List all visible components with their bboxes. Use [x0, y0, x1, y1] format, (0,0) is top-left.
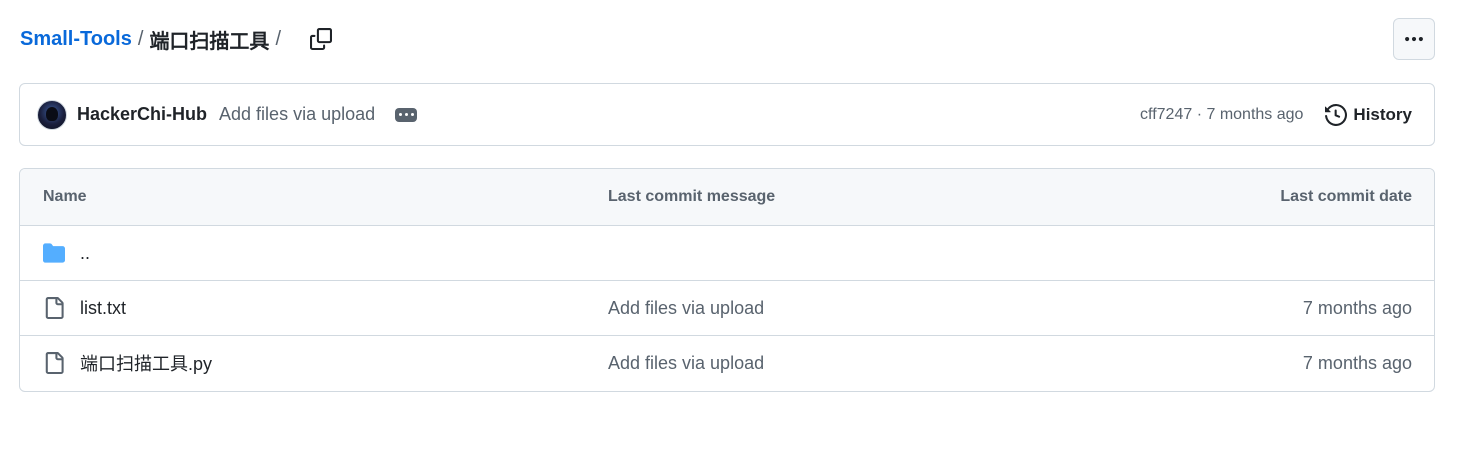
more-options-button[interactable] — [1393, 18, 1435, 60]
copy-icon — [310, 28, 332, 50]
commit-meta-group: cff7247 · 7 months ago History — [1140, 103, 1412, 126]
commit-author[interactable]: HackerChi-Hub — [77, 104, 207, 125]
file-commit-message[interactable]: Add files via upload — [608, 353, 764, 374]
file-icon — [43, 352, 65, 374]
author-avatar[interactable] — [37, 99, 67, 130]
parent-directory-row[interactable]: .. — [20, 225, 1434, 280]
commit-time: 7 months ago — [1206, 105, 1304, 123]
column-header-name: Name — [43, 188, 87, 205]
commit-sha[interactable]: cff7247 — [1140, 106, 1192, 124]
parent-directory-link[interactable]: .. — [80, 243, 90, 264]
top-bar: Small-Tools / 端口扫描工具 / — [20, 16, 1435, 62]
copy-path-button[interactable] — [305, 23, 337, 55]
table-row[interactable]: list.txt Add files via upload 7 months a… — [20, 280, 1434, 335]
history-icon — [1325, 103, 1348, 126]
history-label: History — [1353, 104, 1412, 124]
file-commit-date: 7 months ago — [1302, 297, 1412, 318]
commit-meta-separator: · — [1192, 105, 1207, 123]
breadcrumb-separator: / — [137, 27, 144, 50]
breadcrumb-separator: / — [275, 27, 281, 50]
file-icon — [43, 297, 65, 319]
column-header-date: Last commit date — [1280, 188, 1412, 205]
file-commit-date: 7 months ago — [1302, 352, 1412, 373]
file-name-cell: 端口扫描工具.py — [43, 350, 212, 376]
kebab-horizontal-icon — [1405, 36, 1423, 42]
file-name-cell: list.txt — [43, 297, 126, 319]
file-name-link[interactable]: list.txt — [80, 298, 126, 319]
folder-icon — [43, 242, 65, 264]
table-row[interactable]: 端口扫描工具.py Add files via upload 7 months … — [20, 335, 1434, 390]
breadcrumb-current-folder: 端口扫描工具 — [149, 30, 270, 53]
file-table: Name Last commit message Last commit dat… — [19, 168, 1435, 392]
file-commit-message[interactable]: Add files via upload — [608, 298, 764, 319]
ellipsis-icon — [398, 113, 402, 116]
parent-directory-cell: .. — [43, 242, 90, 264]
expand-commit-message-button[interactable] — [395, 107, 418, 122]
breadcrumb-repo-link[interactable]: Small-Tools — [20, 28, 132, 51]
latest-commit-bar: HackerChi-Hub Add files via upload cff72… — [19, 83, 1435, 146]
history-button[interactable]: History — [1325, 103, 1412, 126]
column-header-message: Last commit message — [608, 188, 776, 205]
file-name-link[interactable]: 端口扫描工具.py — [80, 350, 212, 376]
commit-message[interactable]: Add files via upload — [219, 104, 375, 125]
breadcrumb: Small-Tools / 端口扫描工具 / — [20, 25, 287, 54]
table-header: Name Last commit message Last commit dat… — [20, 169, 1434, 225]
